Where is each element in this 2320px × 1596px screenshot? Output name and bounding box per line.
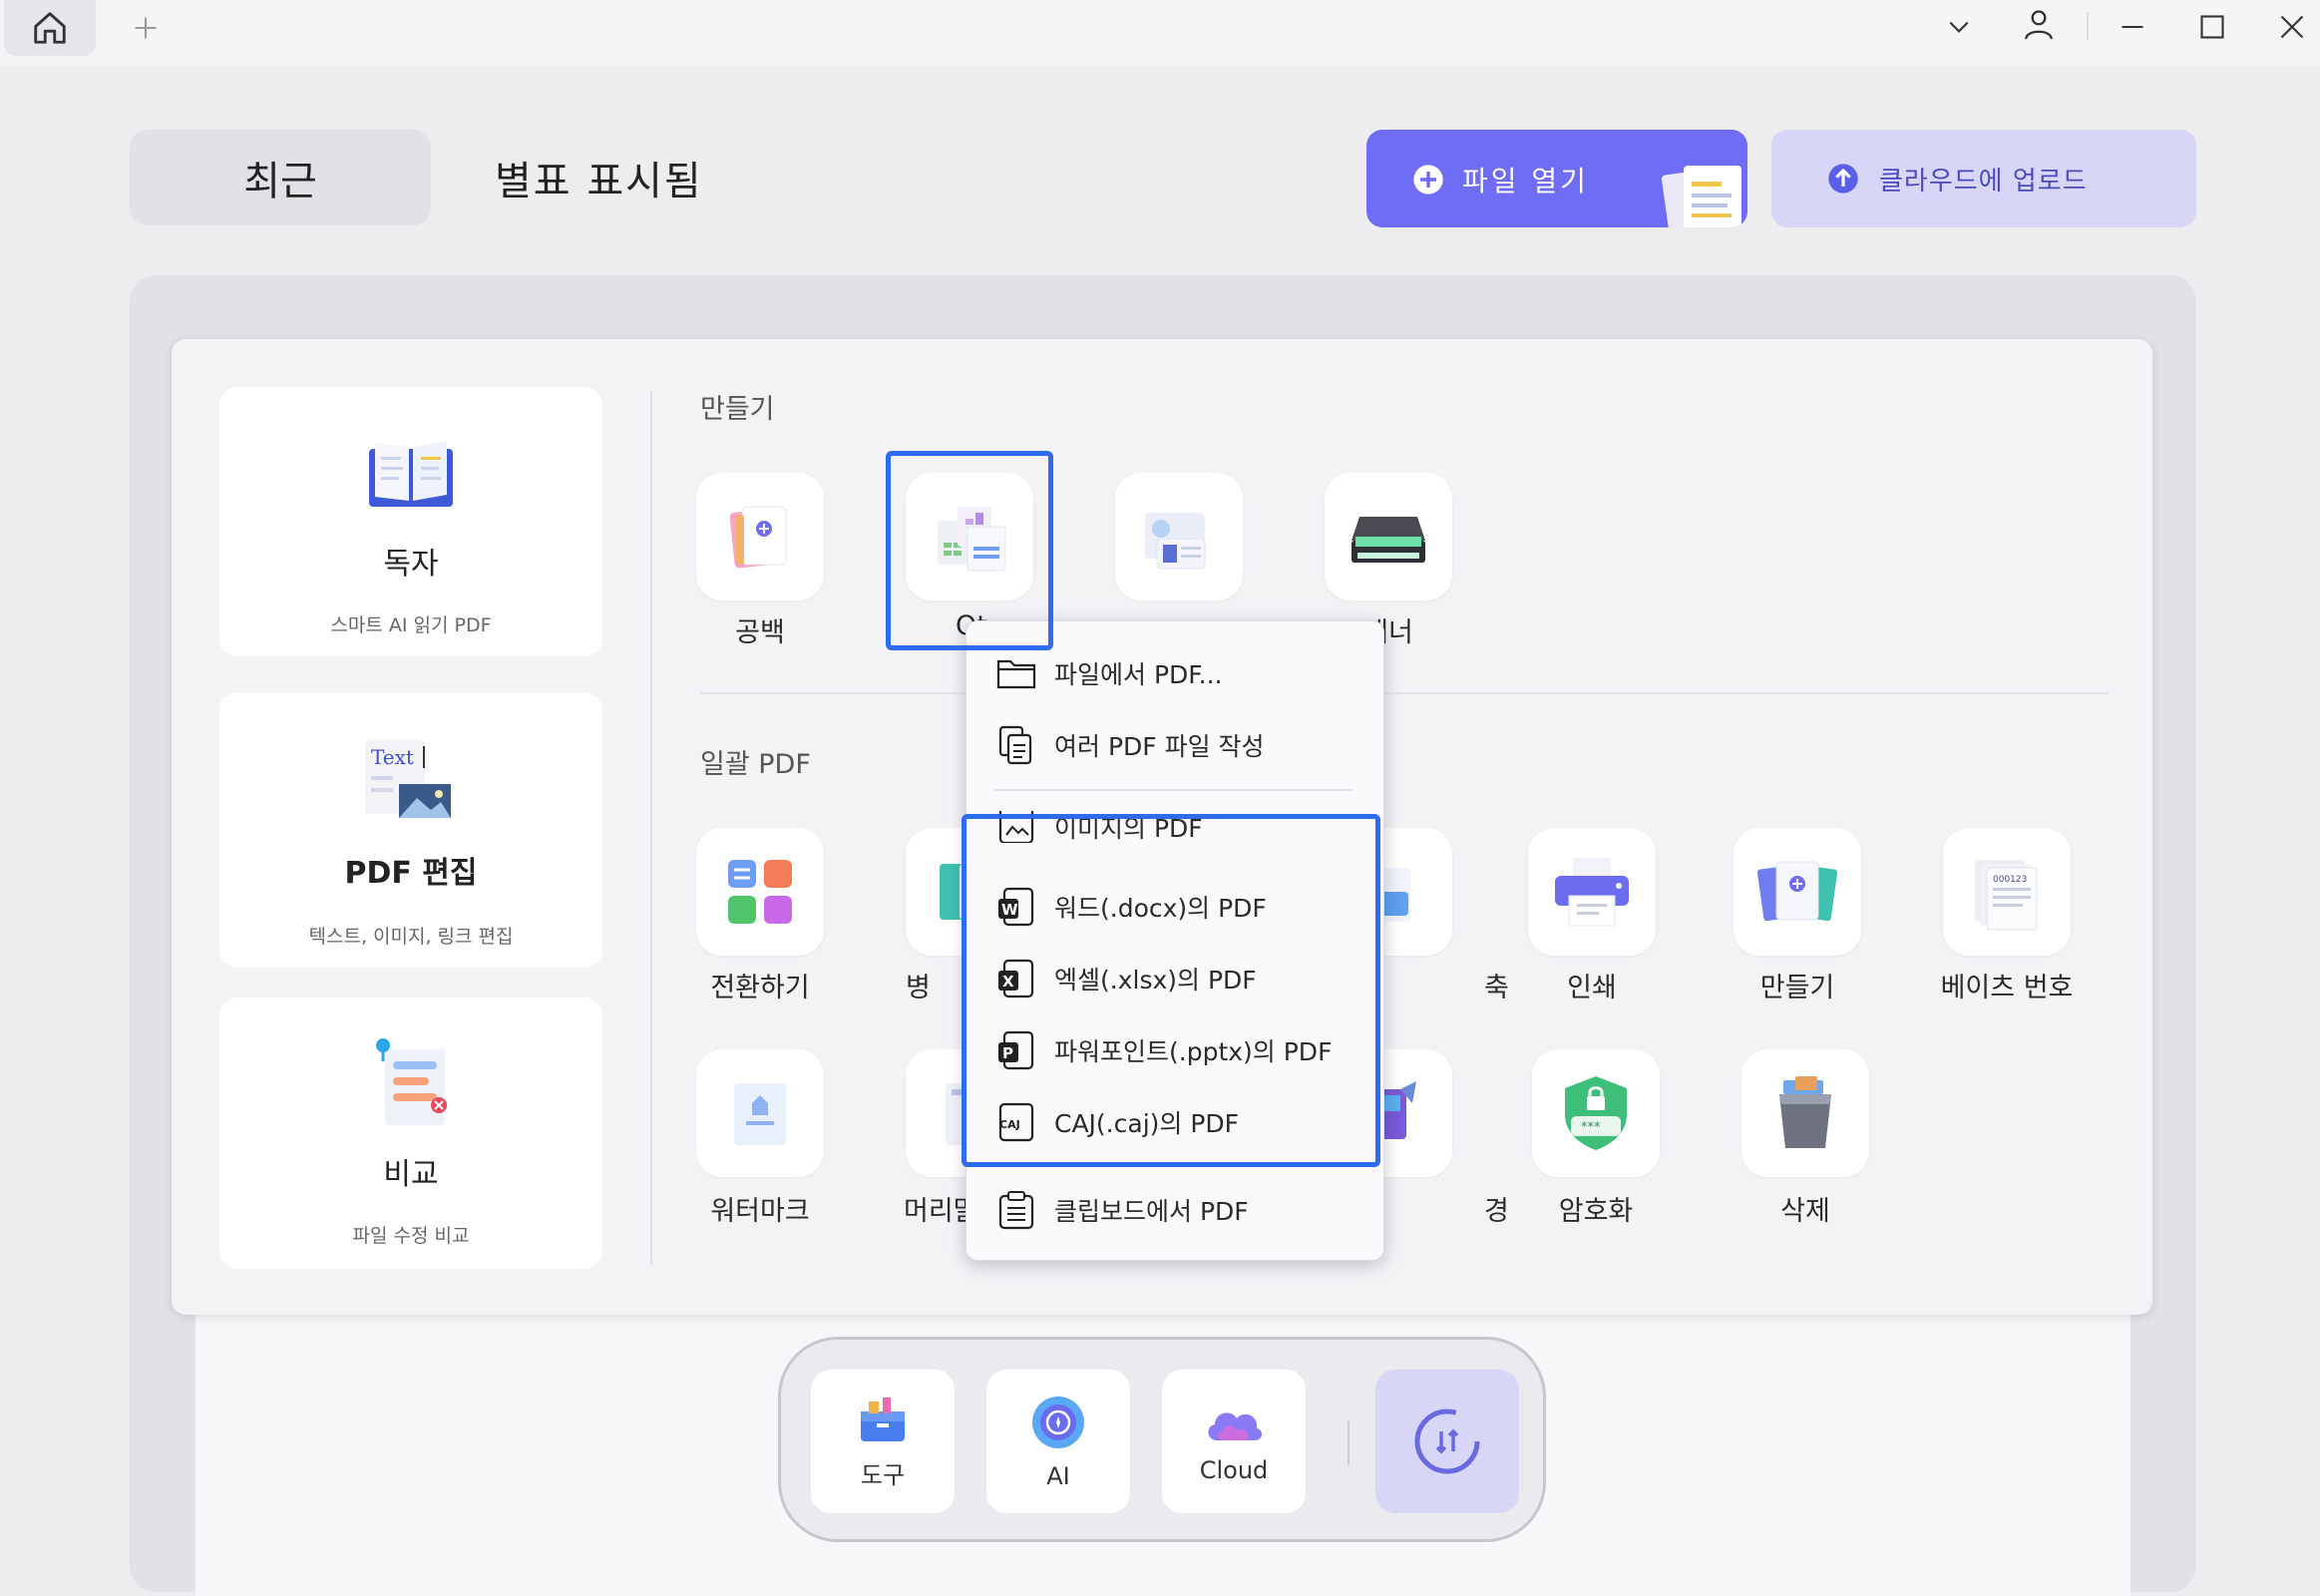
blank-page-icon (729, 506, 787, 569)
template-tile[interactable] (1115, 473, 1243, 600)
pdf-edit-title: PDF 편집 (344, 856, 478, 891)
upload-cloud-button[interactable]: 클라우드에 업로드 (1771, 130, 2196, 227)
convert-tile[interactable] (696, 828, 824, 956)
dock-ai[interactable]: AI (986, 1370, 1130, 1513)
bottom-dock: 도구 AI Cloud (778, 1337, 1546, 1542)
dock-tools-label: 도구 (860, 1460, 906, 1489)
blank-label: 공백 (735, 617, 785, 648)
minimize-button[interactable] (2113, 7, 2152, 47)
maximize-icon (2200, 15, 2224, 39)
menu-divider (994, 789, 1353, 791)
menu-item-from-clipboard-label: 클립보드에서 PDF (1054, 1197, 1249, 1226)
menu-item-multiple-files[interactable]: 여러 PDF 파일 작성 (967, 715, 1383, 775)
compare-card[interactable]: 비교 파일 수정 비교 (219, 998, 602, 1269)
compare-icon (369, 1033, 459, 1137)
home-tab[interactable] (4, 0, 96, 56)
open-file-button[interactable]: 파일 열기 (1366, 130, 1747, 227)
scanner-icon (1352, 517, 1425, 563)
dock-sync[interactable] (1375, 1370, 1519, 1513)
section-divider (700, 692, 2109, 694)
scanner-tile[interactable] (1325, 473, 1452, 600)
bates-tile[interactable]: 000123 (1943, 828, 2071, 956)
menu-item-from-file[interactable]: 파일에서 PDF... (967, 643, 1383, 703)
user-icon (2025, 10, 2053, 40)
clipboard-icon (996, 1190, 1036, 1230)
menu-item-multiple-files-label: 여러 PDF 파일 작성 (1054, 732, 1265, 761)
create-batch-tile[interactable] (1734, 828, 1861, 956)
minimize-icon (2122, 25, 2143, 29)
menu-item-from-clipboard[interactable]: 클립보드에서 PDF (967, 1180, 1383, 1240)
compare-title: 비교 (383, 1157, 439, 1192)
trash-icon (1779, 1076, 1831, 1148)
print-label: 인쇄 (1567, 973, 1617, 1003)
dock-cloud-label: Cloud (1199, 1456, 1269, 1484)
multi-file-icon (996, 725, 1036, 765)
reader-title: 독자 (383, 547, 439, 582)
sync-icon (1414, 1408, 1480, 1474)
create-batch-label: 만들기 (1759, 973, 1835, 1003)
convert-icon (728, 860, 792, 924)
new-tab-button[interactable] (126, 8, 166, 48)
edit-text-icon: Text (359, 736, 459, 830)
titlebar-divider (2087, 12, 2089, 40)
chevron-down-icon (1949, 21, 1969, 33)
upload-icon (1828, 164, 1858, 194)
ai-icon (1032, 1396, 1084, 1448)
book-icon (361, 427, 461, 521)
tab-starred-label: 별표 표시됨 (495, 159, 703, 204)
delete-tile[interactable] (1741, 1049, 1869, 1177)
tab-starred[interactable]: 별표 표시됨 (495, 130, 703, 225)
watermark-icon (734, 1083, 786, 1145)
folder-icon (996, 653, 1036, 693)
open-file-label: 파일 열기 (1462, 165, 1589, 198)
highlight-format-options (962, 814, 1380, 1167)
dropdown-button[interactable] (1939, 7, 1979, 47)
dock-ai-label: AI (1046, 1462, 1070, 1490)
pdf-edit-subtitle: 텍스트, 이미지, 링크 편집 (308, 926, 514, 948)
panel-divider (650, 391, 652, 1265)
convert-label: 전환하기 (710, 973, 810, 1003)
batch-section-title: 일괄 PDF (700, 749, 811, 780)
dock-cloud[interactable]: Cloud (1162, 1370, 1306, 1513)
bates-label: 베이츠 번호 (1940, 973, 2074, 1003)
print-tile[interactable] (1528, 828, 1656, 956)
tab-recent[interactable]: 최근 (130, 130, 431, 225)
plus-circle-icon (1412, 164, 1444, 196)
pdf-edit-card[interactable]: Text PDF 편집 텍스트, 이미지, 링크 편집 (219, 692, 602, 968)
toolbox-icon (861, 1396, 905, 1441)
encrypt-icon-label: *** (1581, 1120, 1601, 1135)
bates-number-icon-label: 000123 (1993, 875, 2027, 885)
tab-recent-label: 최근 (243, 159, 317, 204)
printer-icon (1555, 858, 1629, 927)
cloud-icon (1208, 1412, 1263, 1440)
blank-tile[interactable] (696, 473, 824, 600)
encrypt-tile[interactable]: *** (1532, 1049, 1660, 1177)
bates-number-icon: 000123 (1975, 860, 2038, 931)
watermark-tile[interactable] (696, 1049, 824, 1177)
delete-label: 삭제 (1780, 1196, 1830, 1227)
upload-cloud-label: 클라우드에 업로드 (1879, 166, 2088, 197)
reader-subtitle: 스마트 AI 읽기 PDF (330, 614, 492, 636)
close-icon (2280, 15, 2304, 39)
dock-divider (1348, 1419, 1350, 1465)
create-section-title: 만들기 (700, 394, 775, 425)
menu-item-from-file-label: 파일에서 PDF... (1054, 660, 1223, 689)
encrypt-icon: *** (1565, 1076, 1627, 1150)
plus-icon (135, 17, 157, 39)
close-button[interactable] (2272, 7, 2312, 47)
reader-card[interactable]: 독자 스마트 AI 읽기 PDF (219, 387, 602, 656)
watermark-label: 워터마크 (710, 1196, 810, 1227)
home-icon (34, 12, 66, 44)
compare-subtitle: 파일 수정 비교 (352, 1225, 470, 1247)
account-button[interactable] (2019, 5, 2059, 45)
documents-icon (1658, 152, 1747, 227)
highlight-other-files (886, 451, 1053, 650)
template-icon (1145, 513, 1206, 570)
encrypt-label: 암호화 (1558, 1196, 1634, 1227)
maximize-button[interactable] (2192, 7, 2232, 47)
create-batch-icon (1756, 861, 1838, 922)
dock-tools[interactable]: 도구 (811, 1370, 955, 1513)
edit-text-icon-label: Text (371, 745, 414, 769)
